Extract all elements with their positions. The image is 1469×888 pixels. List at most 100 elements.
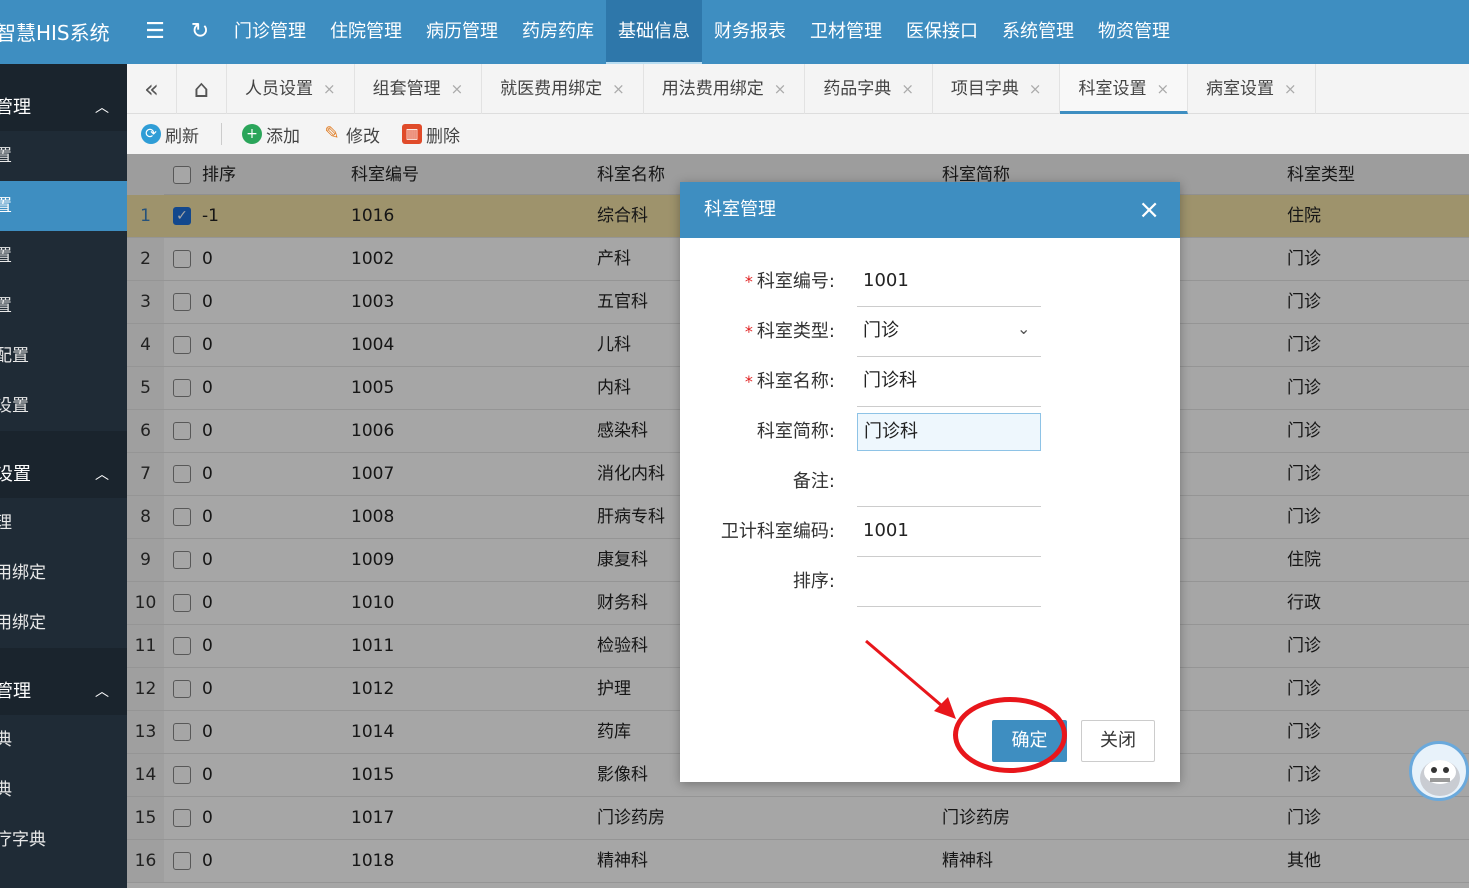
field-label: 科室简称: xyxy=(757,407,835,457)
sidebar-item[interactable]: 理 xyxy=(0,498,127,548)
sidebar-item[interactable]: 典 xyxy=(0,765,127,815)
sidebar-group-label: 设置 xyxy=(0,464,31,485)
close-tab-icon[interactable]: × xyxy=(323,80,336,98)
field-label-text: 排序: xyxy=(792,571,835,592)
tab[interactable]: 药品字典 × xyxy=(805,64,933,114)
field-input[interactable] xyxy=(857,557,1041,607)
close-tab-icon[interactable]: × xyxy=(1029,80,1042,98)
nav-item[interactable]: 物资管理 xyxy=(1086,0,1182,64)
refresh-icon[interactable]: ↻ xyxy=(185,0,215,64)
type-select[interactable]: 门诊 xyxy=(857,307,1041,357)
chevron-down-icon[interactable]: ⌄ xyxy=(1017,319,1030,338)
dialog-header: 科室管理 × xyxy=(680,182,1180,238)
close-tab-icon[interactable]: × xyxy=(451,80,464,98)
nav-item[interactable]: 病历管理 xyxy=(414,0,510,64)
field-label: * 科室编号: xyxy=(745,257,835,307)
sidebar-item[interactable]: 置 xyxy=(0,181,127,231)
nav-item[interactable]: 药房药库 xyxy=(510,0,606,64)
tab[interactable]: 人员设置 × xyxy=(227,64,355,114)
close-tab-icon[interactable]: × xyxy=(901,80,914,98)
nav-item[interactable]: 系统管理 xyxy=(990,0,1086,64)
refresh-button[interactable]: ⟳ 刷新 xyxy=(141,122,199,147)
main-menu: 门诊管理 住院管理 病历管理 药房药库 基础信息 财务报表 卫材管理 医保接口 系统管理 物资管理 xyxy=(222,0,1182,64)
tab-label: 就医费用绑定 xyxy=(500,79,603,99)
field-label-text: 科室名称: xyxy=(756,371,835,392)
tab[interactable]: 病室设置 × xyxy=(1188,64,1316,114)
field-input[interactable]: 1001 xyxy=(857,257,1041,307)
plus-icon: + xyxy=(242,124,262,144)
nav-item[interactable]: 医保接口 xyxy=(894,0,990,64)
field-label: 卫计科室编码: xyxy=(721,507,835,557)
nav-item[interactable]: 住院管理 xyxy=(318,0,414,64)
field-input[interactable]: 门诊科 xyxy=(857,357,1041,407)
sidebar-item[interactable]: 用绑定 xyxy=(0,548,127,598)
delete-button[interactable]: ▥ 删除 xyxy=(402,122,460,147)
sidebar-item[interactable]: 置 xyxy=(0,231,127,281)
sidebar-group[interactable]: 设置 ︿ xyxy=(0,431,127,498)
tab-label: 病室设置 xyxy=(1206,79,1275,99)
form-row: 排序: xyxy=(680,557,1180,607)
menu-icon[interactable]: ☰ xyxy=(140,0,170,64)
field-label: 备注: xyxy=(793,457,835,507)
field-input[interactable]: 1001 xyxy=(857,507,1041,557)
close-tab-icon[interactable]: × xyxy=(1156,80,1169,98)
form-row: 卫计科室编码: 1001 xyxy=(680,507,1180,557)
field-label: * 科室类型: xyxy=(745,307,835,357)
close-tab-icon[interactable]: × xyxy=(1284,80,1297,98)
tab[interactable]: 就医费用绑定 × xyxy=(482,64,644,114)
sidebar-group[interactable]: 管理 ︿ xyxy=(0,64,127,131)
nav-item[interactable]: 卫材管理 xyxy=(798,0,894,64)
chevron-up-icon: ︿ xyxy=(95,467,109,483)
field-label-text: 科室类型: xyxy=(756,321,835,342)
required-mark: * xyxy=(744,272,753,291)
tab[interactable]: 用法费用绑定 × xyxy=(644,64,806,114)
delete-label: 删除 xyxy=(426,126,460,147)
tab[interactable]: 项目字典 × xyxy=(933,64,1061,114)
close-icon[interactable]: × xyxy=(1138,182,1160,238)
edit-button[interactable]: ✎ 修改 xyxy=(322,122,380,147)
field-input[interactable]: 门诊科 xyxy=(857,413,1041,451)
annotation-arrow xyxy=(865,639,956,719)
close-tab-icon[interactable]: × xyxy=(774,80,787,98)
home-icon[interactable]: ⌂ xyxy=(177,64,227,114)
close-button[interactable]: 关闭 xyxy=(1081,720,1155,762)
chevron-up-icon: ︿ xyxy=(95,100,109,116)
sidebar-item[interactable]: 疗字典 xyxy=(0,815,127,865)
chevron-up-icon: ︿ xyxy=(95,684,109,700)
field-input[interactable] xyxy=(857,457,1041,507)
form-row: 科室简称: 门诊科 xyxy=(680,407,1180,457)
add-button[interactable]: + 添加 xyxy=(242,122,300,147)
chatbot-icon[interactable] xyxy=(1409,741,1469,801)
tab[interactable]: 科室设置 × xyxy=(1060,64,1189,114)
pencil-icon: ✎ xyxy=(324,123,340,144)
toolbar: ⟳ 刷新 + 添加 ✎ 修改 ▥ 删除 xyxy=(127,114,1469,154)
toolbar-divider xyxy=(221,123,222,145)
field-label: * 科室名称: xyxy=(745,357,835,407)
field-label-text: 科室编号: xyxy=(756,271,835,292)
nav-item[interactable]: 门诊管理 xyxy=(222,0,318,64)
tab-label: 科室设置 xyxy=(1078,79,1147,99)
sidebar-group[interactable]: 管理 ︿ xyxy=(0,648,127,715)
refresh-label: 刷新 xyxy=(165,126,199,147)
sidebar-item[interactable]: 置 xyxy=(0,131,127,181)
sidebar-item[interactable]: 配置 xyxy=(0,331,127,381)
sidebar: 管理 ︿ 置置置置配置 设置 设置 ︿ 理用绑定 用绑定 管理 ︿ 典典疗字典 xyxy=(0,64,127,888)
close-tab-icon[interactable]: × xyxy=(612,80,625,98)
nav-item[interactable]: 财务报表 xyxy=(702,0,798,64)
tab-label: 用法费用绑定 xyxy=(661,79,764,99)
sidebar-item[interactable]: 典 xyxy=(0,715,127,765)
tab-label: 人员设置 xyxy=(245,79,313,99)
collapse-tabs-icon[interactable]: « xyxy=(127,64,177,114)
sidebar-item[interactable]: 用绑定 xyxy=(0,598,127,648)
top-navigation-bar: 智慧HIS系统 ☰ ↻ 门诊管理 住院管理 病历管理 药房药库 基础信息 财务报表 卫材管理… xyxy=(0,0,1469,64)
sidebar-item[interactable]: 设置 xyxy=(0,381,127,431)
tab[interactable]: 组套管理 × xyxy=(355,64,483,114)
trash-icon: ▥ xyxy=(402,124,422,144)
form-row: * 科室编号: 1001 xyxy=(680,257,1180,307)
form-row: * 科室类型: 门诊 ⌄ xyxy=(680,307,1180,357)
field-label: 排序: xyxy=(793,557,835,607)
sidebar-item[interactable]: 置 xyxy=(0,281,127,331)
tab-label: 组套管理 xyxy=(372,79,441,99)
field-label-text: 科室简称: xyxy=(756,421,835,442)
nav-item[interactable]: 基础信息 xyxy=(606,0,702,64)
